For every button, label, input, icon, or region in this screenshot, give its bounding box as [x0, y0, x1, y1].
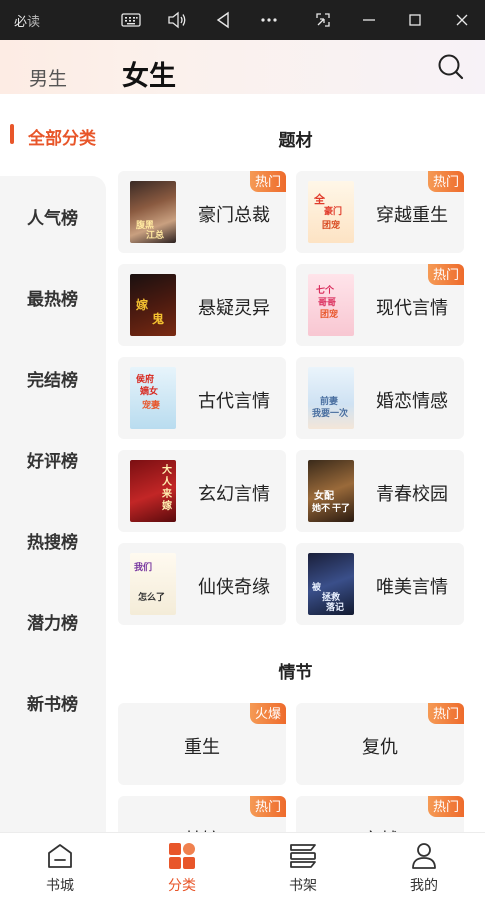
plot-card-chongsheng[interactable]: 重生 火爆 — [118, 703, 286, 785]
category-card-xuanhuan[interactable]: 大 人 来 嫁 玄幻言情 — [118, 450, 286, 532]
section-title-plot: 情节 — [278, 663, 313, 683]
nav-profile[interactable]: 我的 — [384, 841, 464, 895]
book-cover: 被 拯救 落记 — [308, 553, 354, 615]
sidebar-item-popularity[interactable]: 人气榜 — [27, 204, 78, 229]
selected-indicator — [10, 124, 14, 144]
category-grid-icon — [167, 841, 197, 871]
book-cover: 前妻 我要一次 — [308, 367, 354, 429]
category-name: 悬疑灵异 — [198, 298, 270, 318]
plot-card-tijia[interactable]: 替嫁 热门 — [118, 796, 286, 832]
plot-name: 重生 — [184, 737, 220, 757]
category-sidebar: 全部分类 人气榜 最热榜 完结榜 好评榜 热搜榜 潜力榜 新书榜 — [0, 94, 106, 836]
hot-badge: 热门 — [249, 171, 286, 192]
section-title-theme: 题材 — [278, 131, 313, 151]
category-card-chuanyue[interactable]: 全 豪门 团宠 穿越重生 热门 — [296, 171, 464, 253]
category-card-gudai[interactable]: 侯府 嫡女 宠妻 古代言情 — [118, 357, 286, 439]
hot-badge: 火爆 — [249, 703, 286, 724]
plot-name: 复仇 — [362, 737, 398, 757]
category-name: 婚恋情感 — [376, 391, 448, 411]
book-cover: 七个 哥哥 团宠 — [308, 274, 354, 336]
category-card-xiandai[interactable]: 七个 哥哥 团宠 现代言情 热门 — [296, 264, 464, 346]
home-icon — [45, 841, 75, 871]
category-name: 青春校园 — [376, 484, 448, 504]
book-cover: 大 人 来 嫁 — [130, 460, 176, 522]
book-cover: 嫁 鬼 — [130, 274, 176, 336]
tab-male[interactable]: 男生 — [29, 64, 67, 91]
category-name: 豪门总裁 — [198, 205, 270, 225]
book-cover: 侯府 嫡女 宠妻 — [130, 367, 176, 429]
more-icon[interactable] — [256, 8, 282, 32]
nav-label: 书城 — [46, 877, 74, 893]
hot-badge: 热门 — [427, 264, 464, 285]
sidebar-item-hot-search[interactable]: 热搜榜 — [27, 528, 78, 553]
nav-label: 分类 — [168, 877, 196, 893]
nav-bookstore[interactable]: 书城 — [20, 841, 100, 895]
keyboard-icon[interactable] — [118, 8, 144, 32]
close-icon[interactable] — [449, 8, 475, 32]
book-cover: 女配 她不 干了 — [308, 460, 354, 522]
sidebar-list: 人气榜 最热榜 完结榜 好评榜 热搜榜 潜力榜 新书榜 — [0, 176, 106, 836]
sidebar-item-potential[interactable]: 潜力榜 — [27, 609, 78, 634]
minimize-icon[interactable] — [356, 8, 382, 32]
book-cover: 腹黑 江总 — [130, 181, 176, 243]
header: 男生 女生 — [0, 40, 485, 94]
category-name: 唯美言情 — [376, 577, 448, 597]
category-name: 仙侠奇缘 — [198, 577, 270, 597]
category-name: 古代言情 — [198, 391, 270, 411]
sidebar-item-completed[interactable]: 完结榜 — [27, 366, 78, 391]
category-content: 题材 腹黑 江总 豪门总裁 热门 全 豪门 团宠 穿越重生 热门 嫁 鬼 悬疑灵… — [106, 94, 485, 832]
bookshelf-icon — [288, 841, 318, 871]
sidebar-item-label: 全部分类 — [28, 129, 96, 149]
sidebar-item-all-categories[interactable]: 全部分类 — [0, 110, 106, 160]
category-name: 现代言情 — [376, 298, 448, 318]
maximize-icon[interactable] — [402, 8, 428, 32]
sidebar-item-top-rated[interactable]: 好评榜 — [27, 447, 78, 472]
user-icon — [409, 841, 439, 871]
category-card-qingchun[interactable]: 女配 她不 干了 青春校园 — [296, 450, 464, 532]
category-card-xianxia[interactable]: 我们 怎么了 仙侠奇缘 — [118, 543, 286, 625]
bottom-navigation: 书城 分类 书架 我的 — [0, 832, 485, 903]
window-titlebar: 必读 — [0, 0, 485, 40]
hot-badge: 热门 — [427, 703, 464, 724]
back-triangle-icon[interactable] — [210, 8, 236, 32]
category-card-hunlian[interactable]: 前妻 我要一次 婚恋情感 — [296, 357, 464, 439]
category-card-xuanyi[interactable]: 嫁 鬼 悬疑灵异 — [118, 264, 286, 346]
category-card-haomen[interactable]: 腹黑 江总 豪门总裁 热门 — [118, 171, 286, 253]
search-icon[interactable] — [436, 52, 466, 82]
volume-icon[interactable] — [164, 8, 190, 32]
hot-badge: 热门 — [249, 796, 286, 817]
hot-badge: 热门 — [427, 796, 464, 817]
sidebar-item-new-books[interactable]: 新书榜 — [27, 690, 78, 715]
book-cover: 我们 怎么了 — [130, 553, 176, 615]
category-name: 穿越重生 — [376, 205, 448, 225]
plot-card-chuanyue[interactable]: 穿越 热门 — [296, 796, 464, 832]
sidebar-item-hottest[interactable]: 最热榜 — [27, 285, 78, 310]
plot-card-fuchou[interactable]: 复仇 热门 — [296, 703, 464, 785]
book-cover: 全 豪门 团宠 — [308, 181, 354, 243]
nav-category[interactable]: 分类 — [142, 841, 222, 895]
category-name: 玄幻言情 — [198, 484, 270, 504]
hot-badge: 热门 — [427, 171, 464, 192]
nav-label: 我的 — [410, 877, 438, 893]
screenshot-icon[interactable] — [310, 8, 336, 32]
nav-bookshelf[interactable]: 书架 — [263, 841, 343, 895]
window-title: 必读 — [14, 15, 41, 30]
nav-label: 书架 — [289, 877, 317, 893]
category-card-weimei[interactable]: 被 拯救 落记 唯美言情 — [296, 543, 464, 625]
tab-female[interactable]: 女生 — [122, 54, 176, 93]
